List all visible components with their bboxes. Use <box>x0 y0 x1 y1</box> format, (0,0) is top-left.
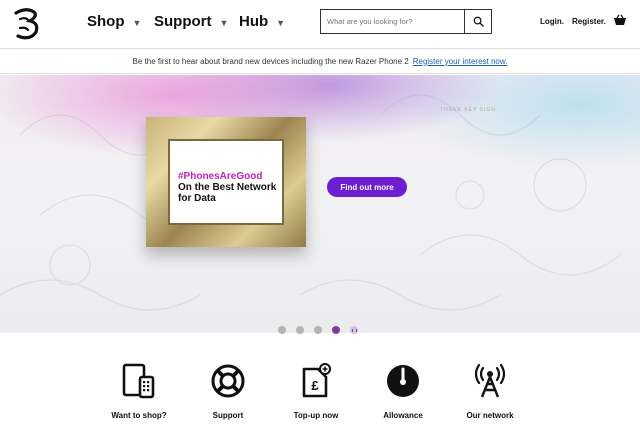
nav-support[interactable]: Support ▼ <box>154 13 228 30</box>
nav-hub-label: Hub <box>239 13 269 30</box>
chevron-down-icon: ▼ <box>219 17 229 28</box>
search-icon <box>473 16 484 27</box>
nav-shop[interactable]: Shop ▼ <box>87 13 141 30</box>
register-interest-link[interactable]: Register your interest now. <box>413 57 508 66</box>
find-out-more-button[interactable]: Find out more <box>327 177 407 197</box>
tile-top-up-now[interactable]: £ Top-up now <box>276 363 356 420</box>
signal-mast-icon <box>474 363 506 398</box>
chevron-down-icon: ▼ <box>276 17 286 28</box>
register-link[interactable]: Register. <box>572 17 606 26</box>
gold-picture-frame: #PhonesAreGood On the Best Network for D… <box>146 117 306 247</box>
search-input[interactable] <box>321 10 464 33</box>
nav-shop-label: Shop <box>87 13 125 30</box>
chevron-down-icon: ▼ <box>132 17 142 28</box>
search-button[interactable] <box>464 10 491 33</box>
lifebuoy-icon <box>211 364 245 398</box>
hero-tagline: On the Best Network for Data <box>178 182 277 204</box>
tile-label: Support <box>212 411 244 420</box>
hero-watermark: THREE KEY SIGN <box>440 107 496 113</box>
nav-support-label: Support <box>154 13 212 30</box>
devices-icon <box>122 363 155 399</box>
basket-icon[interactable] <box>613 14 627 26</box>
search-box <box>320 9 492 34</box>
three-logo-icon[interactable] <box>8 5 44 43</box>
hero-hashtag: #PhonesAreGood <box>178 171 263 182</box>
carousel-pagination <box>278 326 358 334</box>
tile-label: Want to shop? <box>111 411 167 420</box>
tile-label: Top-up now <box>293 411 339 420</box>
carousel-dot-3[interactable] <box>314 326 322 334</box>
promo-banner: Be the first to hear about brand new dev… <box>0 48 640 74</box>
site-header: Shop ▼ Support ▼ Hub ▼ Login. Register. <box>0 0 640 48</box>
tile-label: Allowance <box>383 411 423 420</box>
hero-carousel: THREE KEY SIGN #PhonesAreGood On the Bes… <box>0 75 640 333</box>
tile-want-to-shop[interactable]: Want to shop? <box>99 363 179 420</box>
login-link[interactable]: Login. <box>540 17 564 26</box>
promo-text: Be the first to hear about brand new dev… <box>132 56 409 66</box>
gauge-icon <box>387 365 419 397</box>
carousel-dot-2[interactable] <box>296 326 304 334</box>
carousel-dot-4[interactable] <box>332 326 340 334</box>
tile-our-network[interactable]: Our network <box>450 363 530 420</box>
tile-allowance[interactable]: Allowance <box>363 363 443 420</box>
carousel-pause-icon[interactable] <box>350 326 358 334</box>
tile-support[interactable]: Support <box>188 363 268 420</box>
svg-text:£: £ <box>311 378 319 393</box>
tile-label: Our network <box>466 411 514 420</box>
nav-hub[interactable]: Hub ▼ <box>239 13 285 30</box>
carousel-dot-1[interactable] <box>278 326 286 334</box>
sim-topup-icon: £ <box>302 363 331 398</box>
hero-background-pattern <box>0 94 621 311</box>
frame-canvas: #PhonesAreGood On the Best Network for D… <box>168 139 284 225</box>
